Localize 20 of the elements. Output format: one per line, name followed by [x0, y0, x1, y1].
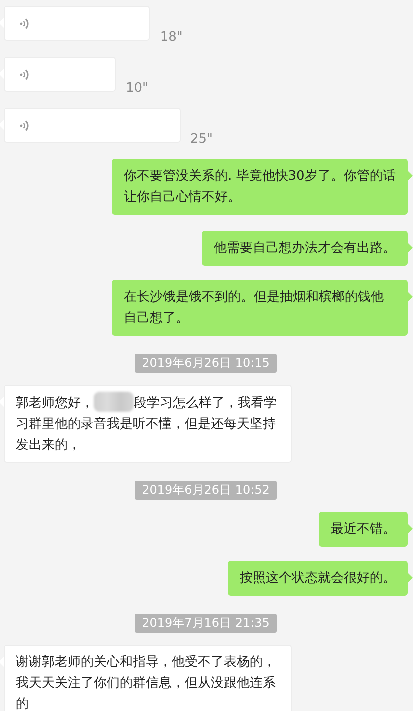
timestamp: 2019年6月26日 10:15 [135, 354, 277, 373]
voice-duration: 25" [190, 132, 214, 147]
message-bubble: 他需要自己想办法才会有出路。 [202, 231, 408, 266]
voice-icon [20, 68, 29, 80]
voice-message[interactable] [4, 6, 150, 41]
voice-icon [20, 120, 29, 132]
message-bubble: 按照这个状态就会很好的。 [228, 561, 408, 596]
message-bubble: 你不要管没关系的. 毕竟他快30岁了。你管的话让你自己心情不好。 [112, 159, 408, 215]
blurred-redaction [94, 392, 134, 412]
message-bubble: 在长沙饿是饿不到的。但是抽烟和槟榔的钱他自己想了。 [112, 280, 408, 336]
voice-duration: 18" [160, 30, 183, 45]
voice-message[interactable] [4, 57, 116, 92]
message-bubble: 郭老师您好， 段学习怎么样了，我看学习群里他的录音我是听不懂，但是还每天坚持发出来的， [4, 385, 292, 463]
timestamp: 2019年6月26日 10:52 [135, 481, 277, 500]
timestamp: 2019年7月16日 21:35 [135, 614, 277, 633]
voice-duration: 10" [126, 81, 149, 96]
message-bubble: 谢谢郭老师的关心和指导，他受不了表杨的，我天天关注了你们的群信息，但从没跟他连系的 [4, 645, 292, 711]
voice-icon [20, 18, 29, 30]
message-bubble: 最近不错。 [319, 512, 408, 547]
voice-message[interactable] [4, 108, 180, 143]
